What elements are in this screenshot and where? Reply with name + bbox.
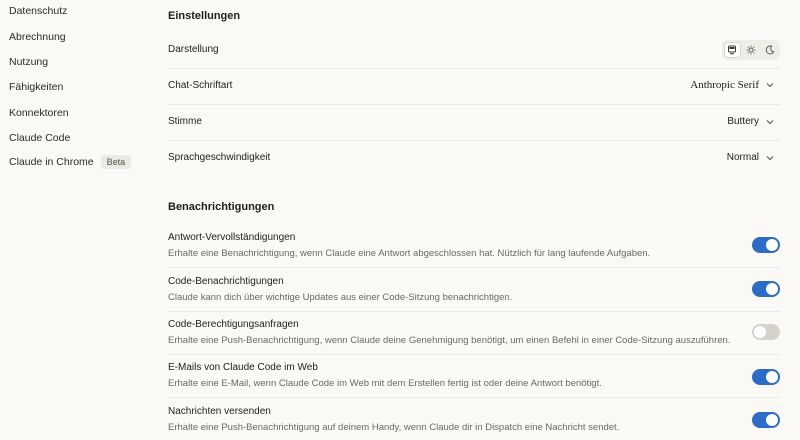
sun-icon xyxy=(746,45,756,55)
sidebar-item-label: Datenschutz xyxy=(9,5,68,17)
sidebar-item-label: Konnektoren xyxy=(9,107,69,119)
sidebar-item-nutzung[interactable]: Nutzung xyxy=(9,56,48,68)
notification-description: Claude kann dich über wichtige Updates a… xyxy=(168,292,513,303)
sidebar-item-konnektoren[interactable]: Konnektoren xyxy=(9,107,69,119)
sidebar-item-label: Abrechnung xyxy=(9,31,66,43)
row-divider xyxy=(168,311,780,312)
sidebar-item-abrechnung[interactable]: Abrechnung xyxy=(9,31,66,43)
toggle-knob xyxy=(766,414,778,426)
notification-label: Antwort-Vervollständigungen xyxy=(168,232,296,243)
response-completions-toggle[interactable] xyxy=(752,237,780,253)
sidebar-item-claude-in-chrome[interactable]: Claude in Chrome Beta xyxy=(9,155,132,169)
sidebar-item-claude-code[interactable]: Claude Code xyxy=(9,132,70,144)
chat-font-value: Anthropic Serif xyxy=(690,79,759,91)
notifications-section-title: Benachrichtigungen xyxy=(168,201,275,213)
notification-label: Code-Benachrichtigungen xyxy=(168,276,284,287)
settings-sidebar: Datenschutz Abrechnung Nutzung Fähigkeit… xyxy=(0,0,150,440)
voice-select[interactable]: Buttery xyxy=(727,116,774,127)
voice-value: Buttery xyxy=(727,116,759,127)
toggle-knob xyxy=(754,326,766,338)
sidebar-item-label: Claude in Chrome xyxy=(9,156,94,168)
send-messages-toggle[interactable] xyxy=(752,412,780,428)
appearance-toggle-group xyxy=(722,40,780,60)
sidebar-item-label: Claude Code xyxy=(9,132,71,144)
beta-badge: Beta xyxy=(100,155,132,169)
appearance-system-button[interactable] xyxy=(724,42,741,58)
sidebar-item-label: Nutzung xyxy=(9,56,49,68)
settings-section-title: Einstellungen xyxy=(168,10,241,22)
row-divider xyxy=(168,140,780,141)
row-divider xyxy=(168,68,780,69)
notification-description: Erhalte eine Benachrichtigung, wenn Clau… xyxy=(168,248,651,259)
speech-speed-select[interactable]: Normal xyxy=(727,152,774,163)
row-divider xyxy=(168,354,780,355)
appearance-light-button[interactable] xyxy=(743,42,760,58)
row-divider xyxy=(168,397,780,398)
chat-font-select[interactable]: Anthropic Serif xyxy=(690,79,774,91)
monitor-icon xyxy=(728,45,737,55)
notification-description: Erhalte eine E-Mail, wenn Claude Code im… xyxy=(168,378,602,389)
chevron-down-icon xyxy=(766,119,774,124)
notification-description: Erhalte eine Push-Benachrichtigung, wenn… xyxy=(168,335,731,346)
chevron-down-icon xyxy=(766,155,774,160)
speech-speed-label: Sprachgeschwindigkeit xyxy=(168,152,271,163)
toggle-knob xyxy=(766,283,778,295)
appearance-dark-button[interactable] xyxy=(761,42,778,58)
row-divider xyxy=(168,267,780,268)
notification-label: Nachrichten versenden xyxy=(168,406,271,417)
moon-icon xyxy=(765,45,775,55)
sidebar-item-faehigkeiten[interactable]: Fähigkeiten xyxy=(9,81,63,93)
notification-description: Erhalte eine Push-Benachrichtigung auf d… xyxy=(168,422,620,433)
notification-label: E-Mails von Claude Code im Web xyxy=(168,362,318,373)
settings-main: Einstellungen Darstellung Chat-Schriftar… xyxy=(168,0,780,440)
sidebar-item-datenschutz[interactable]: Datenschutz xyxy=(9,5,67,17)
voice-label: Stimme xyxy=(168,116,202,127)
claude-code-web-emails-toggle[interactable] xyxy=(752,369,780,385)
code-notifications-toggle[interactable] xyxy=(752,281,780,297)
appearance-label: Darstellung xyxy=(168,44,219,55)
sidebar-item-label: Fähigkeiten xyxy=(9,81,64,93)
toggle-knob xyxy=(766,371,778,383)
notification-label: Code-Berechtigungsanfragen xyxy=(168,319,299,330)
toggle-knob xyxy=(766,239,778,251)
chevron-down-icon xyxy=(766,83,774,88)
chat-font-label: Chat-Schriftart xyxy=(168,80,233,91)
code-permission-requests-toggle[interactable] xyxy=(752,324,780,340)
row-divider xyxy=(168,104,780,105)
speech-speed-value: Normal xyxy=(726,152,759,163)
